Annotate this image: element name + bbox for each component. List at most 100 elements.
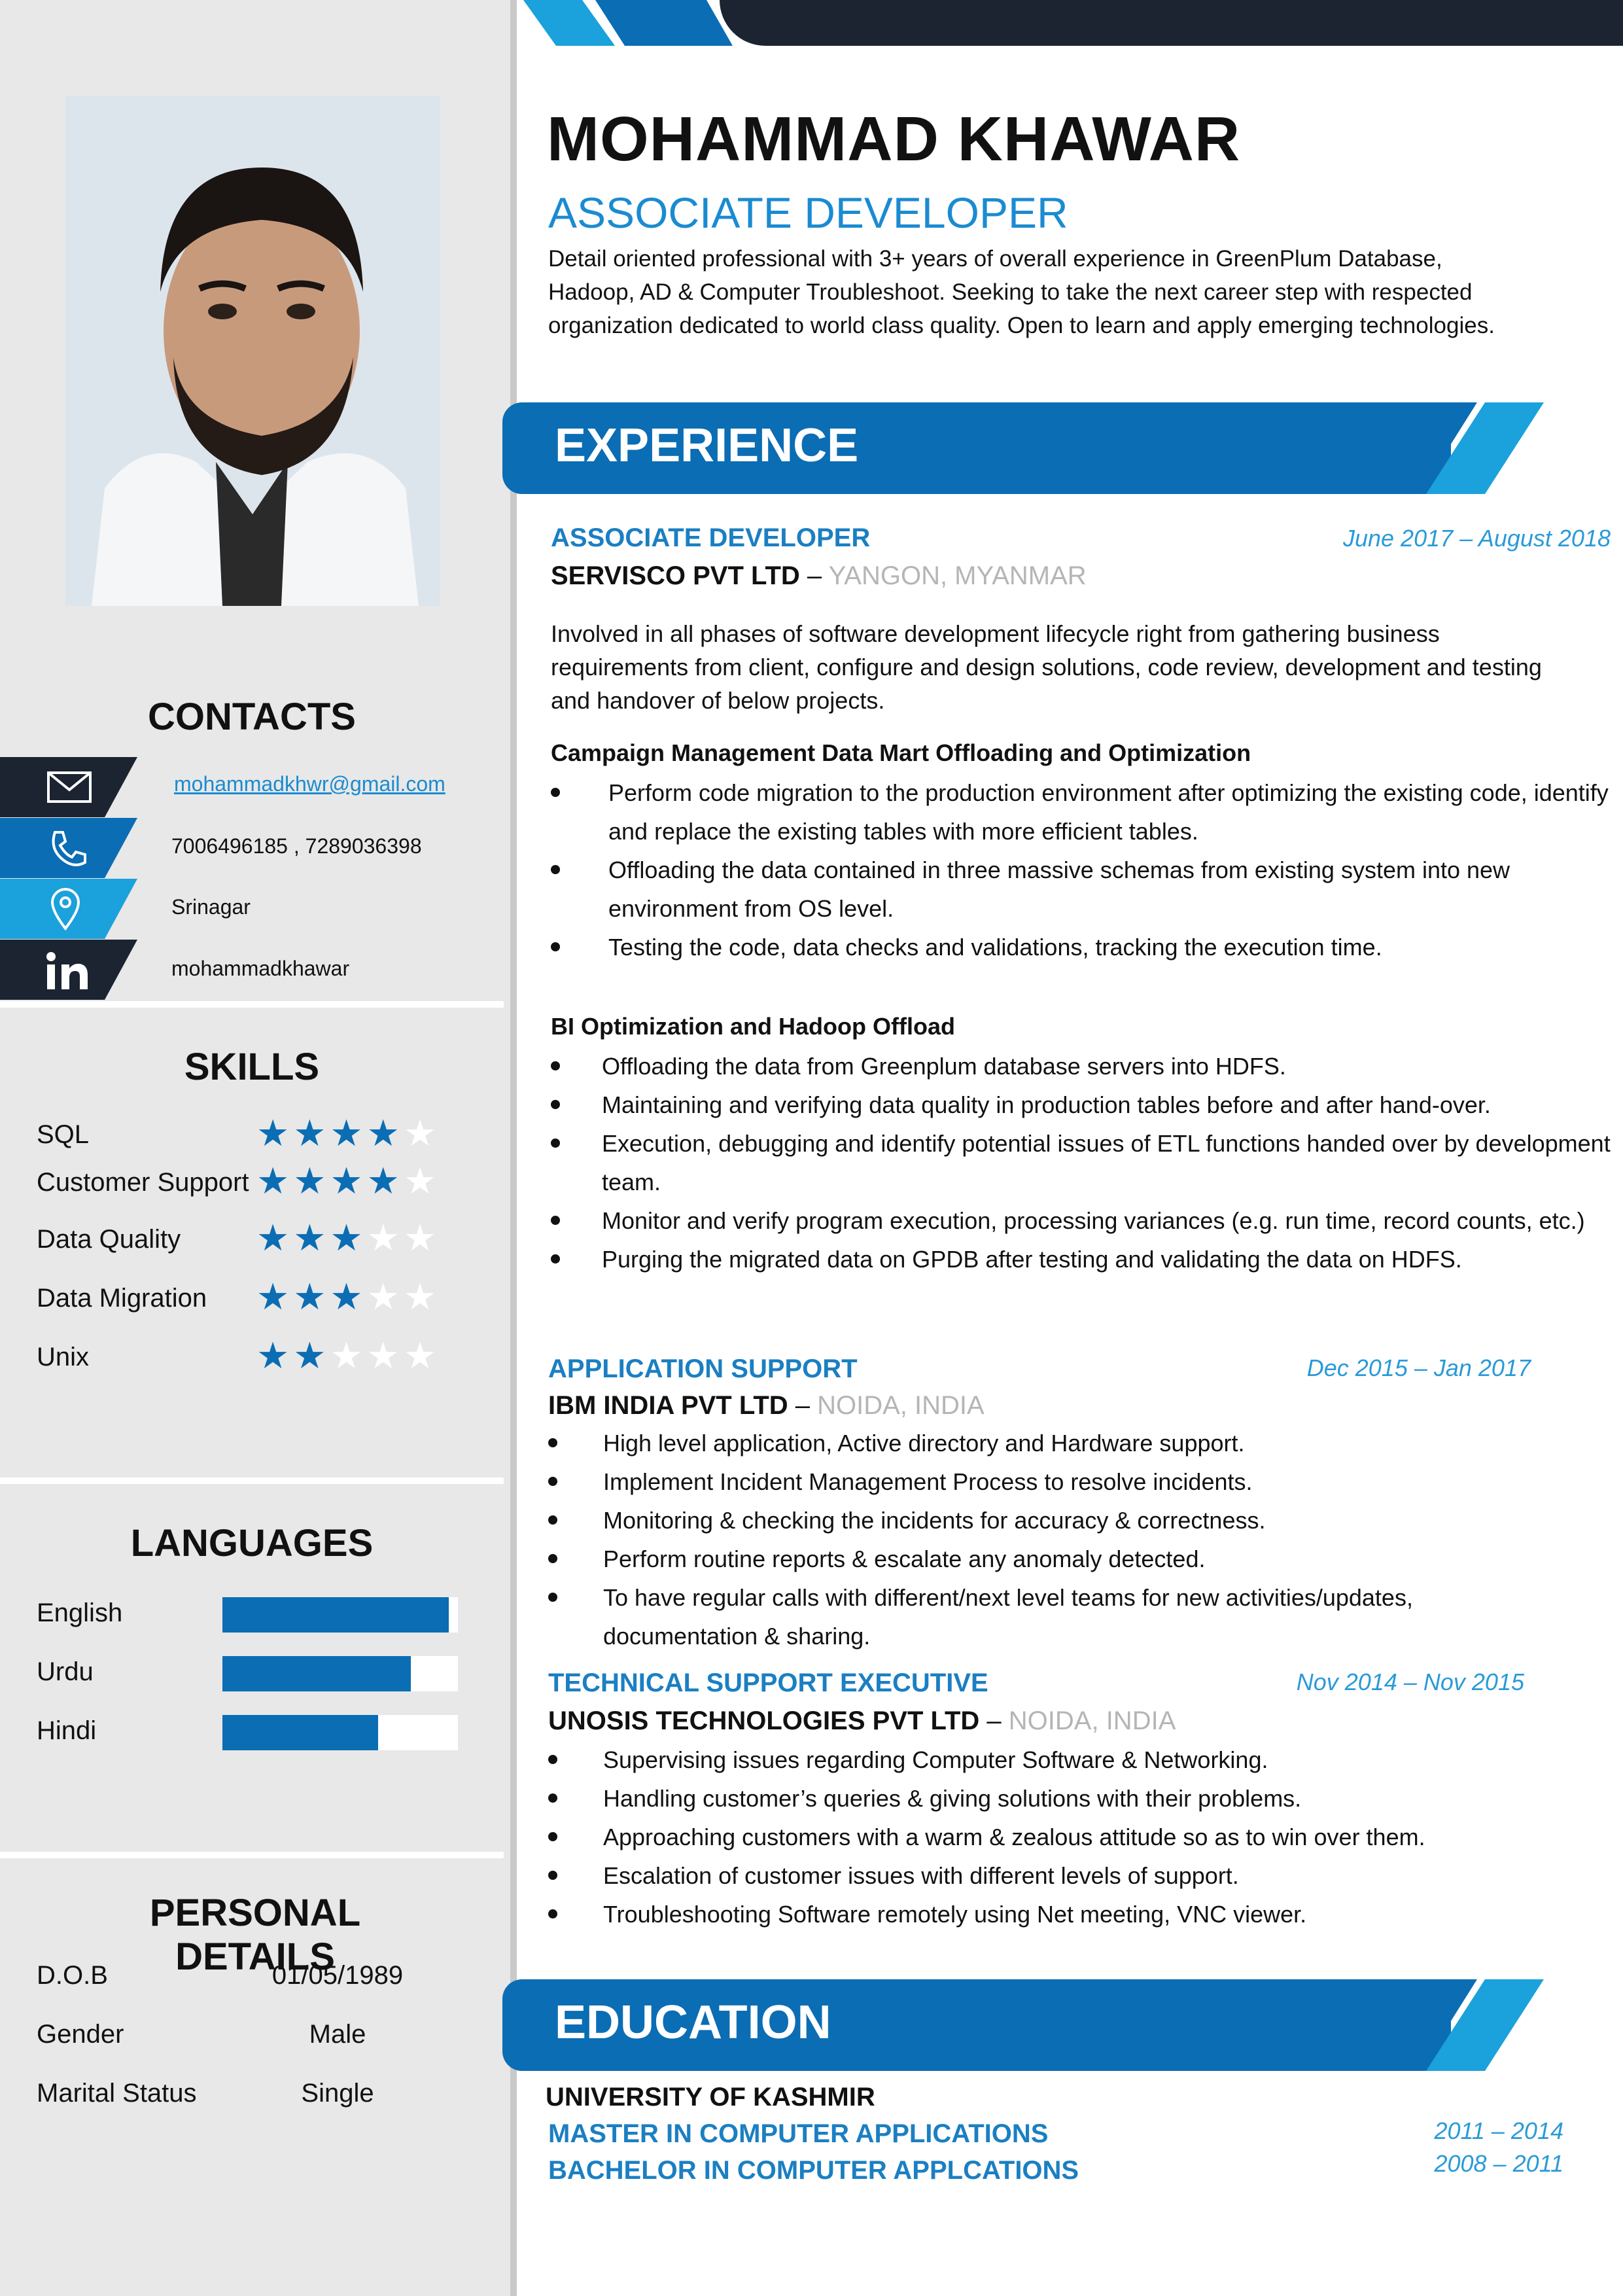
bullet-text: Offloading the data contained in three m… [608,857,1510,922]
job3-location: NOIDA, INDIA [1008,1706,1176,1735]
bullet-icon [551,788,560,797]
bullet-icon [548,1515,557,1525]
experience-banner-stripes [1380,402,1544,494]
star-filled-icon: ★ [256,1335,294,1376]
star-empty-icon: ★ [366,1276,404,1317]
bullet-item: Offloading the data from Greenplum datab… [551,1047,1611,1086]
education-degree-bachelor: BACHELOR IN COMPUTER APPLCATIONS [548,2156,1079,2185]
contacts-divider [0,1001,504,1008]
star-empty-icon: ★ [403,1160,441,1201]
skill-name: Unix [37,1343,90,1371]
education-degree-master: MASTER IN COMPUTER APPLICATIONS [548,2119,1049,2148]
language-level-fill [222,1597,449,1633]
skill-rating: ★★★★★ [256,1218,440,1258]
bullet-item: Maintaining and verifying data quality i… [551,1086,1611,1124]
personal-detail-value: Single [301,2079,374,2108]
star-filled-icon: ★ [330,1112,367,1154]
bullet-icon [548,1438,557,1447]
contact-linkedin-box [0,940,137,1000]
star-filled-icon: ★ [293,1160,330,1201]
job1-company: SERVISCO PVT LTD – YANGON, MYANMAR [551,561,1087,591]
bullet-item: Handling customer’s queries & giving sol… [548,1779,1529,1818]
top-bar [720,0,1623,46]
language-level-fill [222,1715,378,1750]
education-banner-stripes [1380,1979,1544,2071]
language-level-bar [222,1597,458,1633]
star-empty-icon: ★ [403,1335,441,1376]
skill-rating: ★★★★★ [256,1161,440,1201]
bullet-icon [548,1909,557,1918]
star-empty-icon: ★ [403,1276,441,1317]
bullet-item: Testing the code, data checks and valida… [551,928,1611,966]
bullet-item: Execution, debugging and identify potent… [551,1124,1611,1201]
star-filled-icon: ★ [330,1160,367,1201]
education-university: UNIVERSITY OF KASHMIR [546,2083,875,2111]
star-filled-icon: ★ [293,1335,330,1376]
bullet-icon [548,1554,557,1563]
star-empty-icon: ★ [330,1335,367,1376]
star-filled-icon: ★ [293,1276,330,1317]
job1-title: ASSOCIATE DEVELOPER [551,523,871,552]
job2-bullets: High level application, Active directory… [548,1424,1490,1655]
job2-separator: – [788,1391,818,1420]
top-stripes-decoration [523,0,733,46]
languages-divider [0,1852,504,1858]
contact-phone-box [0,818,137,878]
bullet-item: Offloading the data contained in three m… [551,851,1611,928]
bullet-item: Approaching customers with a warm & zeal… [548,1818,1529,1856]
contacts-title: CONTACTS [148,696,356,738]
job1-separator: – [799,561,829,590]
bullet-item: Monitor and verify program execution, pr… [551,1201,1611,1240]
language-name: English [37,1598,123,1627]
project1-title: Campaign Management Data Mart Offloading… [551,739,1251,766]
education-dates-master: 2011 – 2014 [1434,2117,1563,2144]
skill-name: SQL [37,1120,90,1149]
bullet-icon [548,1477,557,1486]
star-empty-icon: ★ [403,1112,441,1154]
bullet-text: Implement Incident Management Process to… [603,1468,1253,1495]
language-level-fill [222,1656,411,1691]
bullet-icon [551,942,560,951]
bullet-text: Approaching customers with a warm & zeal… [603,1824,1425,1850]
contact-location-box [0,879,137,939]
phone-icon [52,831,86,866]
star-filled-icon: ★ [256,1217,294,1258]
project2-bullets: Offloading the data from Greenplum datab… [551,1047,1611,1279]
project2-title: BI Optimization and Hadoop Offload [551,1013,955,1040]
bullet-item: Implement Incident Management Process to… [548,1462,1490,1501]
location-pin-icon [50,888,80,931]
bullet-item: Perform routine reports & escalate any a… [548,1540,1490,1578]
bullet-icon [548,1755,557,1764]
bullet-icon [548,1593,557,1602]
bullet-item: Troubleshooting Software remotely using … [548,1895,1529,1934]
star-empty-icon: ★ [366,1217,404,1258]
personal-detail-value: 01/05/1989 [271,1961,404,1990]
personal-detail-label: Gender [37,2020,124,2049]
personal-detail-label: D.O.B [37,1961,108,1990]
job2-title: APPLICATION SUPPORT [548,1354,858,1383]
skill-name: Data Quality [37,1225,181,1254]
star-filled-icon: ★ [293,1112,330,1154]
candidate-role: ASSOCIATE DEVELOPER [548,188,1068,237]
bullet-text: Handling customer’s queries & giving sol… [603,1785,1302,1812]
star-filled-icon: ★ [330,1276,367,1317]
job2-company-name: IBM INDIA PVT LTD [548,1391,788,1420]
language-name: Hindi [37,1716,97,1745]
bullet-text: Perform code migration to the production… [608,779,1609,845]
job2-company: IBM INDIA PVT LTD – NOIDA, INDIA [548,1391,985,1421]
bullet-text: Monitor and verify program execution, pr… [602,1207,1585,1234]
job1-company-name: SERVISCO PVT LTD [551,561,800,590]
contact-email-link[interactable]: mohammadkhwr@gmail.com [174,772,445,796]
bullet-icon [548,1871,557,1880]
bullet-text: Perform routine reports & escalate any a… [603,1545,1206,1572]
bullet-text: Purging the migrated data on GPDB after … [602,1246,1462,1273]
contact-phone-text: 7006496185 , 7289036398 [171,834,422,858]
email-icon [47,771,92,803]
skill-name: Customer Support [37,1168,249,1197]
bullet-icon [551,1061,560,1070]
bullet-text: Monitoring & checking the incidents for … [603,1507,1266,1534]
bullet-item: Perform code migration to the production… [551,773,1611,851]
contact-linkedin-text: mohammadkhawar [171,957,350,980]
personal-detail-value: Male [309,2020,366,2049]
skill-rating: ★★★★★ [256,1336,440,1375]
